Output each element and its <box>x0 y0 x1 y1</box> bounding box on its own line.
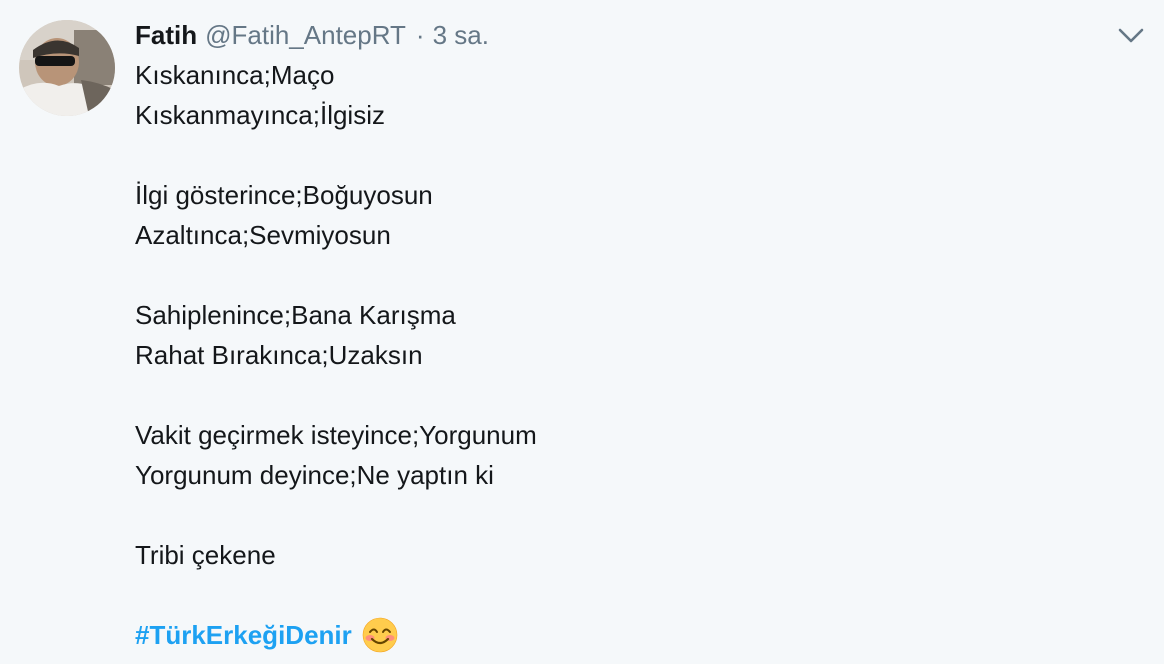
avatar[interactable] <box>19 20 115 116</box>
tweet[interactable]: Fatih @Fatih_AntepRT · 3 sa. Kıskanınca;… <box>0 0 1164 662</box>
tweet-line: Kıskanınca;Maço <box>135 60 335 90</box>
tweet-line: Rahat Bırakınca;Uzaksın <box>135 340 423 370</box>
hashtag-link[interactable]: #TürkErkeğiDenir <box>135 615 352 655</box>
avatar-photo <box>19 20 115 116</box>
tweet-text: Kıskanınca;Maço Kıskanmayınca;İlgisiz İl… <box>135 55 1095 655</box>
tweet-line: Vakit geçirmek isteyince;Yorgunum <box>135 420 537 450</box>
line-break <box>135 375 1095 415</box>
tweet-header: Fatih @Fatih_AntepRT · 3 sa. <box>135 16 489 54</box>
line-break <box>135 255 1095 295</box>
tweet-line: Kıskanmayınca;İlgisiz <box>135 100 385 130</box>
line-break <box>135 495 1095 535</box>
tweet-line: Azaltınca;Sevmiyosun <box>135 220 391 250</box>
tweet-line: Sahiplenince;Bana Karışma <box>135 300 456 330</box>
chevron-down-icon <box>1118 28 1144 43</box>
hashtag-line: #TürkErkeğiDenir <box>135 615 1095 655</box>
separator-dot: · <box>415 19 425 50</box>
line-break <box>135 575 1095 615</box>
line-break <box>135 135 1095 175</box>
author-name[interactable]: Fatih <box>135 20 197 51</box>
tweet-line: İlgi gösterince;Boğuyosun <box>135 180 433 210</box>
timestamp[interactable]: 3 sa. <box>433 20 489 51</box>
tweet-line: Yorgunum deyince;Ne yaptın ki <box>135 460 494 490</box>
author-handle[interactable]: @Fatih_AntepRT <box>205 20 406 51</box>
tweet-line: Tribi çekene <box>135 540 276 570</box>
tweet-menu-button[interactable] <box>1116 22 1146 48</box>
smiling-face-with-smiling-eyes-icon <box>362 617 398 653</box>
